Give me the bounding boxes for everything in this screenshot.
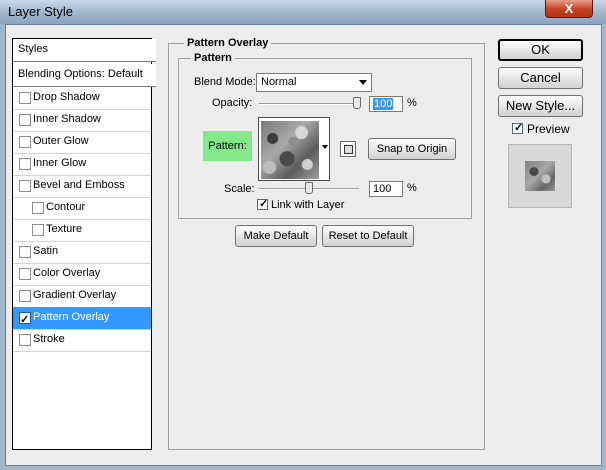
window-frame-bottom (0, 466, 606, 470)
pattern-thumbnail (261, 121, 319, 179)
gradient-overlay-checkbox[interactable] (19, 290, 31, 302)
list-item-label: Outer Glow (33, 135, 89, 147)
list-item-bevel-emboss[interactable]: Bevel and Emboss (13, 175, 151, 198)
scale-slider-thumb[interactable] (305, 182, 313, 194)
opacity-unit: % (407, 97, 417, 109)
scale-label: Scale: (224, 183, 255, 195)
list-item-gradient-overlay[interactable]: Gradient Overlay (13, 285, 151, 308)
list-item-pattern-overlay[interactable]: ✓ Pattern Overlay (13, 307, 151, 330)
ok-button[interactable]: OK (498, 39, 583, 61)
list-item-color-overlay[interactable]: Color Overlay (13, 263, 151, 286)
new-preset-icon (344, 145, 353, 154)
title-bar[interactable]: Layer Style X (0, 0, 606, 24)
list-item-stroke[interactable]: Stroke (13, 329, 151, 352)
preview-label: Preview (527, 122, 570, 136)
satin-checkbox[interactable] (19, 246, 31, 258)
pattern-overlay-checkbox[interactable]: ✓ (19, 312, 31, 326)
pattern-group-title: Pattern (191, 52, 235, 64)
pattern-swatch-picker[interactable] (258, 117, 330, 181)
outer-glow-checkbox[interactable] (19, 136, 31, 148)
window-title: Layer Style (8, 4, 74, 19)
list-item-drop-shadow[interactable]: Drop Shadow (13, 87, 151, 110)
cancel-label: Cancel (520, 70, 561, 85)
dropdown-arrow-icon (322, 145, 328, 149)
drop-shadow-checkbox[interactable] (19, 92, 31, 104)
cancel-button[interactable]: Cancel (498, 67, 583, 89)
window-frame-right (602, 24, 606, 470)
style-preview (508, 144, 572, 208)
stroke-checkbox[interactable] (19, 334, 31, 346)
list-item-inner-glow[interactable]: Inner Glow (13, 153, 151, 176)
reset-to-default-label: Reset to Default (328, 230, 408, 242)
close-icon: X (564, 1, 574, 16)
list-item-outer-glow[interactable]: Outer Glow (13, 131, 151, 154)
list-item-contour[interactable]: Contour (13, 197, 151, 220)
reset-to-default-button[interactable]: Reset to Default (322, 225, 414, 247)
list-item-label: Inner Glow (33, 157, 87, 169)
styles-list: Styles Blending Options: Default Drop Sh… (12, 38, 156, 450)
checkmark-icon: ✓ (20, 314, 30, 326)
contour-checkbox[interactable] (32, 202, 44, 214)
list-item-label: Gradient Overlay (33, 289, 117, 301)
snap-to-origin-button[interactable]: Snap to Origin (368, 138, 456, 160)
blend-mode-value: Normal (261, 76, 297, 88)
list-item-label: Inner Shadow (33, 113, 101, 125)
opacity-input[interactable]: 100 (369, 96, 403, 112)
preview-checkbox[interactable]: ✓ (512, 122, 524, 134)
checkmark-icon: ✓ (259, 198, 269, 210)
styles-header[interactable]: Styles (13, 39, 156, 62)
scale-unit: % (407, 182, 417, 194)
styles-header-label: Styles (18, 43, 48, 55)
list-item-label: Satin (33, 245, 59, 257)
list-item-label: Blending Options: Default (18, 68, 143, 80)
inner-shadow-checkbox[interactable] (19, 114, 31, 126)
bevel-emboss-checkbox[interactable] (19, 180, 31, 192)
list-item-label: Texture (46, 223, 83, 235)
list-item-texture[interactable]: Texture (13, 219, 151, 242)
pattern-label: Pattern: (203, 131, 252, 161)
list-item-inner-shadow[interactable]: Inner Shadow (13, 109, 151, 132)
inner-glow-checkbox[interactable] (19, 158, 31, 170)
opacity-value: 100 (373, 98, 394, 110)
scale-input[interactable]: 100 (369, 181, 403, 197)
list-item-satin[interactable]: Satin (13, 241, 151, 264)
link-with-layer-checkbox[interactable]: ✓ (257, 198, 269, 210)
ok-label: OK (531, 42, 550, 57)
blend-mode-select[interactable]: Normal (256, 73, 372, 92)
make-default-label: Make Default (243, 230, 309, 242)
new-style-button[interactable]: New Style... (498, 95, 583, 117)
close-button[interactable]: X (545, 0, 593, 18)
blend-mode-label: Blend Mode: (194, 76, 256, 88)
list-item-label: Pattern Overlay (33, 311, 110, 323)
link-with-layer-label: Link with Layer (271, 199, 345, 211)
texture-checkbox[interactable] (32, 224, 44, 236)
new-style-label: New Style... (505, 98, 576, 113)
chevron-down-icon (359, 80, 367, 85)
scale-value: 100 (373, 183, 392, 195)
opacity-slider-track[interactable] (259, 103, 361, 105)
list-item-label: Color Overlay (33, 267, 101, 279)
list-item-label: Bevel and Emboss (33, 179, 125, 191)
opacity-label: Opacity: (212, 97, 253, 109)
checkmark-icon: ✓ (514, 122, 524, 134)
list-item-blending-options[interactable]: Blending Options: Default (13, 64, 156, 87)
opacity-slider-thumb[interactable] (353, 97, 361, 109)
list-item-label: Stroke (33, 333, 65, 345)
preview-swatch (525, 161, 555, 191)
make-default-button[interactable]: Make Default (235, 225, 317, 247)
list-item-label: Contour (46, 201, 86, 213)
pattern-label-text: Pattern: (208, 140, 247, 152)
snap-to-origin-label: Snap to Origin (376, 143, 448, 155)
pattern-overlay-title: Pattern Overlay (184, 37, 272, 49)
color-overlay-checkbox[interactable] (19, 268, 31, 280)
new-preset-button[interactable] (340, 141, 356, 157)
list-item-label: Drop Shadow (33, 91, 100, 103)
